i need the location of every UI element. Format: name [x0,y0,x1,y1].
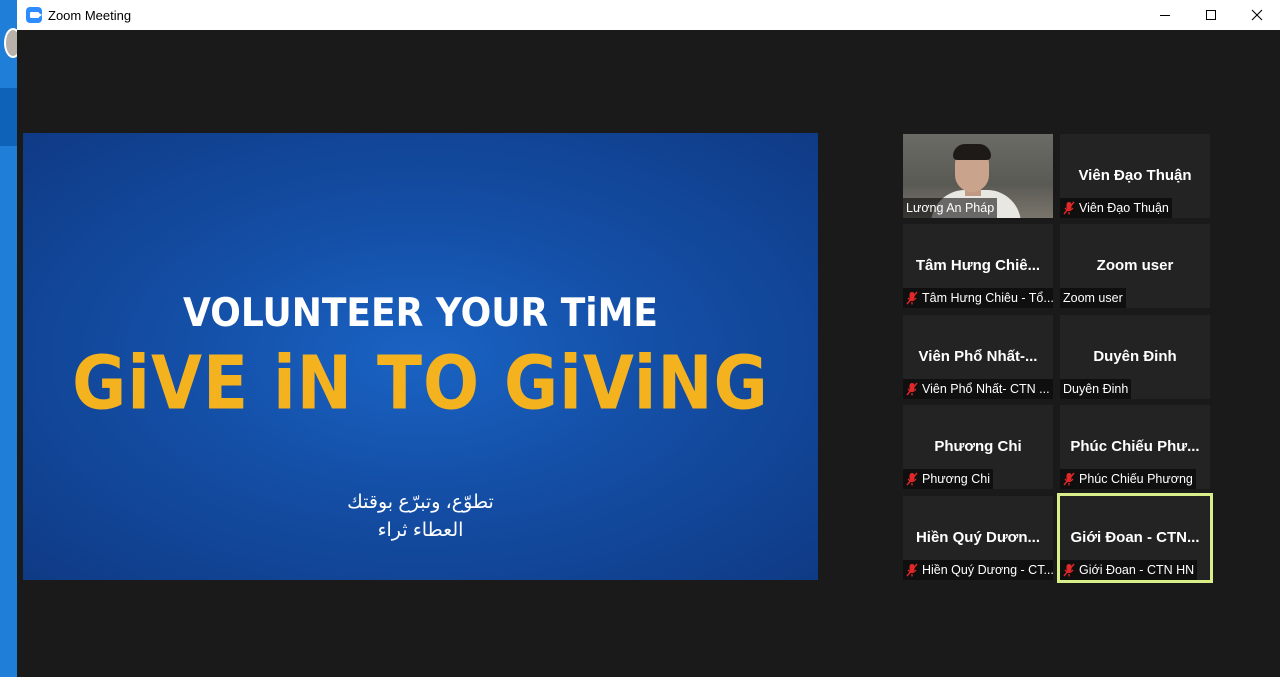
zoom-meeting-window: Zoom Meeting VOLUNTEER YOUR TiME GiVE iN… [17,0,1280,677]
participant-label-text: Duyên Đinh [1063,382,1129,396]
participant-label-text: Lương An Pháp [906,201,995,215]
muted-mic-icon [1063,201,1075,215]
participant-name: Duyên Đinh [1093,348,1177,365]
participant-label: Viên Phổ Nhất- CTN ... [903,379,1053,399]
participant-label: Giới Đoan - CTN HN [1060,560,1198,580]
participant-tile[interactable]: Zoom user Zoom user [1060,224,1210,308]
zoom-app-icon [26,7,42,23]
desktop-taskbar-highlight [0,88,17,146]
participant-tile[interactable]: Phương Chi Phương Chi [903,405,1053,489]
participant-label: Lương An Pháp [903,198,998,218]
muted-mic-icon [906,291,918,305]
participant-label: Phúc Chiếu Phương [1060,469,1196,489]
participant-name: Tâm Hưng Chiê... [915,257,1041,274]
window-controls [1142,0,1280,30]
participant-tile[interactable]: Tâm Hưng Chiê... Tâm Hưng Chiêu - Tổ... [903,224,1053,308]
participant-tile[interactable]: Phúc Chiếu Phư... Phúc Chiếu Phương [1060,405,1210,489]
participant-label-text: Zoom user [1063,291,1123,305]
participant-tile-active-speaker[interactable]: Giới Đoan - CTN... Giới Đoan - CTN HN [1057,493,1213,583]
participant-label-text: Viên Đạo Thuận [1079,201,1169,215]
participant-tile[interactable]: Hiền Quý Dươn... Hiền Quý Dương - CT... [903,496,1053,580]
participant-tile[interactable]: Viên Đạo Thuận Viên Đạo Thuận [1060,134,1210,218]
participant-label-text: Hiền Quý Dương - CT... [922,563,1053,577]
participant-name: Zoom user [1096,257,1174,274]
title-bar: Zoom Meeting [17,0,1280,30]
participant-video-hair [953,144,991,160]
maximize-icon [1206,10,1216,20]
share-slogan: GiVE iN TO GiViNG [72,340,769,427]
participant-name: Phương Chi [934,438,1022,455]
participant-name: Viên Phổ Nhất-... [918,348,1038,365]
participant-label-text: Tâm Hưng Chiêu - Tổ... [922,291,1053,305]
share-headline: VOLUNTEER YOUR TiME [182,290,659,337]
participant-label: Phương Chi [903,469,993,489]
share-arabic-line1: تطوّع، وتبرّع بوقتك [347,492,494,513]
participant-tile[interactable]: Viên Phổ Nhất-... Viên Phổ Nhất- CTN ... [903,315,1053,399]
muted-mic-icon [1063,472,1075,486]
participant-label-text: Viên Phổ Nhất- CTN ... [922,382,1050,396]
window-title: Zoom Meeting [48,7,132,23]
maximize-button[interactable] [1188,0,1234,30]
participant-label: Hiền Quý Dương - CT... [903,560,1053,580]
close-button[interactable] [1234,0,1280,30]
meeting-content: VOLUNTEER YOUR TiME GiVE iN TO GiViNG تط… [17,30,1280,677]
muted-mic-icon [906,382,918,396]
participant-name: Hiền Quý Dươn... [915,529,1041,546]
minimize-button[interactable] [1142,0,1188,30]
participant-label-text: Phúc Chiếu Phương [1079,472,1193,486]
participant-name: Phúc Chiếu Phư... [1070,438,1200,455]
participant-name: Viên Đạo Thuận [1078,167,1192,184]
participant-label-text: Phương Chi [922,472,990,486]
participant-tile[interactable]: Lương An Pháp [903,134,1053,218]
participant-label: Viên Đạo Thuận [1060,198,1172,218]
participant-label-text: Giới Đoan - CTN HN [1079,563,1195,577]
desktop-background [0,0,22,677]
minimize-icon [1160,15,1170,16]
shared-screen[interactable]: VOLUNTEER YOUR TiME GiVE iN TO GiViNG تط… [23,133,818,580]
participant-label: Zoom user [1060,288,1126,308]
share-arabic-line2: العطاء ثراء [377,520,464,541]
muted-mic-icon [906,472,918,486]
participant-label: Tâm Hưng Chiêu - Tổ... [903,288,1053,308]
muted-mic-icon [906,563,918,577]
participant-tile[interactable]: Duyên Đinh Duyên Đinh [1060,315,1210,399]
participant-label: Duyên Đinh [1060,379,1132,399]
muted-mic-icon [1063,563,1075,577]
close-icon [1251,9,1263,21]
participant-name: Giới Đoan - CTN... [1070,529,1200,546]
